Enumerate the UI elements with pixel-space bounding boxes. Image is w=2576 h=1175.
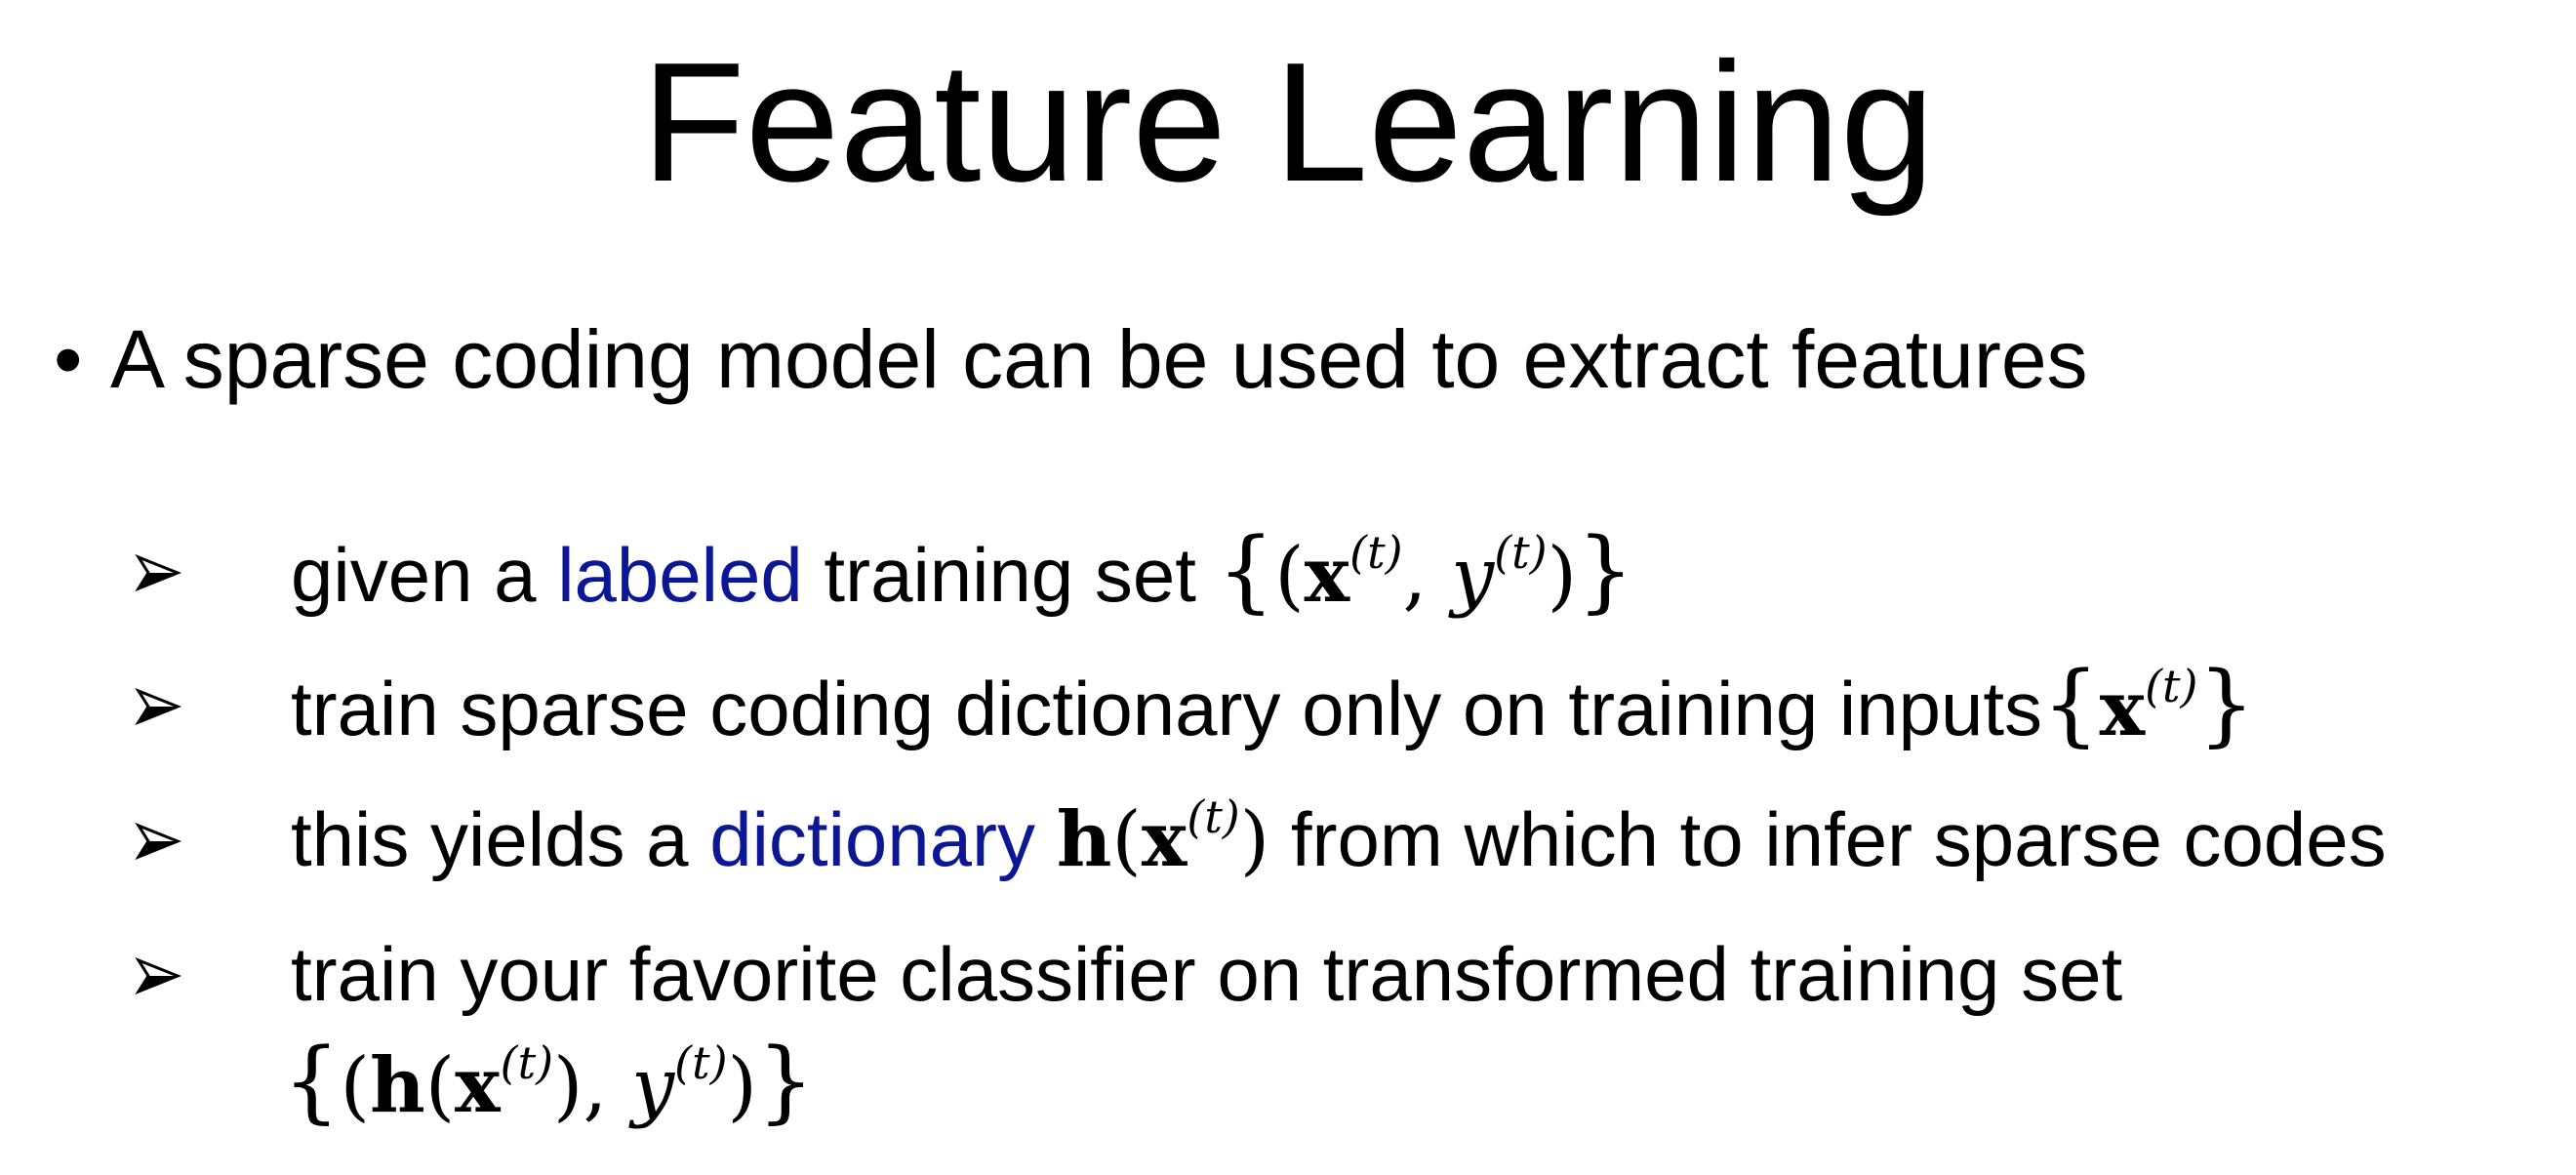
arrowhead-bullet-icon [135, 687, 182, 726]
sub-bullet-3-text: this yields a dictionary h(x(t)) from wh… [291, 790, 2387, 889]
arrowhead-bullet-icon [135, 956, 182, 995]
sub-bullet-2-pre: train sparse coding dictionary only on t… [291, 666, 2043, 751]
highlight-labeled: labeled [557, 532, 803, 618]
math-labeled-training-set: {(x(t), y(t))} [1217, 518, 1634, 623]
math-transformed-training-set: {(h(x(t)), y(t))} [283, 1029, 815, 1133]
highlight-dictionary: dictionary [709, 796, 1036, 882]
main-bullet: • A sparse coding model can be used to ex… [54, 310, 2088, 408]
sub-bullet-4-text: train your favorite classifier on transf… [291, 925, 2122, 1023]
sub-bullet-2-text: train sparse coding dictionary only on t… [291, 656, 2255, 758]
sub-bullet-4-pre: train your favorite classifier on transf… [291, 931, 2123, 1017]
sub-bullet-1-text: given a labeled training set {(x(t), y(t… [291, 522, 1634, 625]
sub-bullet-3-pre: this yields a [291, 796, 710, 882]
math-training-inputs: {x(t)} [2042, 652, 2256, 756]
math-h-of-x: h(x(t)) [1056, 790, 1270, 884]
sub-bullet-1-post: training set [802, 532, 1218, 618]
slide: Feature Learning • A sparse coding model … [0, 0, 2576, 1175]
sub-bullet-1-pre: given a [291, 532, 558, 618]
arrowhead-bullet-icon [135, 553, 182, 592]
main-bullet-text: A sparse coding model can be used to ext… [110, 313, 2088, 405]
slide-title: Feature Learning [641, 26, 1935, 217]
arrowhead-bullet-icon [135, 822, 182, 861]
bullet-dot: • [54, 313, 83, 405]
sub-bullet-3-post: from which to infer sparse codes [1269, 796, 2387, 882]
